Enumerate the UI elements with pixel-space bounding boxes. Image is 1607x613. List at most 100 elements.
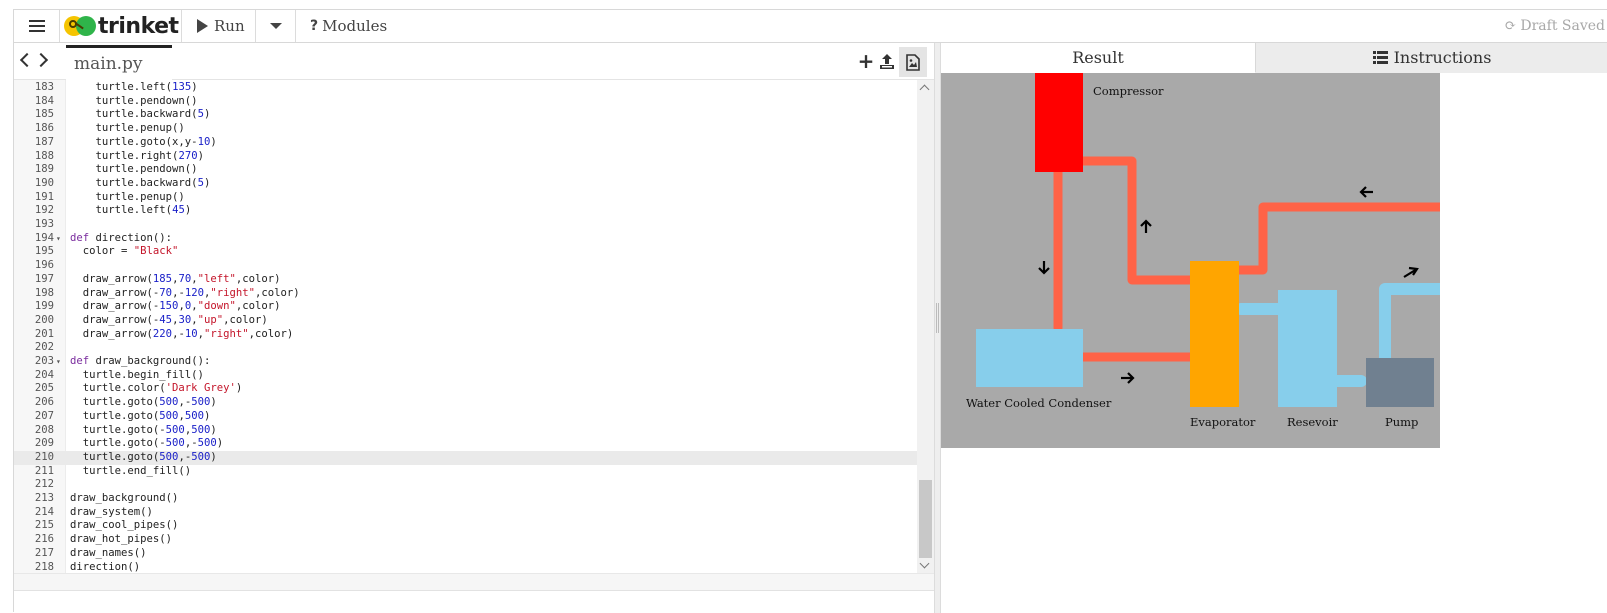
code-line[interactable]: 210 turtle.goto(500,-500) [14,450,917,465]
code-line[interactable]: 211 turtle.end_fill() [14,465,917,479]
trinket-key-logo-icon [64,15,96,37]
line-code: draw_arrow(-45,30,"up",color) [70,313,268,326]
hamburger-menu-button[interactable] [14,10,60,42]
code-line[interactable]: 218 direction() [14,561,917,574]
add-file-icon[interactable]: + [856,49,876,73]
horizontal-scrollbar[interactable] [14,573,934,590]
line-code: def draw_background(): [70,355,211,367]
code-line[interactable]: 208 turtle.goto(-500,500) [14,424,917,438]
arrow-left-icon [1359,186,1373,198]
condenser-block [976,329,1083,387]
line-number: 206 [34,396,54,409]
line-code: turtle.goto(-500,500) [70,423,217,436]
trinket-logo[interactable]: trinket [60,10,182,42]
line-number: 196 [34,259,54,272]
line-number: 186 [34,122,54,135]
code-line[interactable]: 186 turtle.penup() [14,122,917,136]
run-button[interactable]: Run [182,10,256,42]
line-code: turtle.backward(5) [70,176,211,189]
editor-footer [14,590,934,613]
code-line[interactable]: 200 draw_arrow(-45,30,"up",color) [14,314,917,328]
code-line[interactable]: 215 draw_cool_pipes() [14,519,917,533]
code-line[interactable]: 203 ▾ def draw_background(): [14,355,917,369]
code-line[interactable]: 193 [14,218,917,232]
upload-icon[interactable] [877,49,897,73]
image-file-icon[interactable] [899,47,927,77]
line-code: draw_background() [70,492,179,504]
line-code: draw_hot_pipes() [70,533,173,546]
line-number: 218 [34,560,54,573]
hamburger-icon-bar [29,30,45,32]
vertical-scrollbar[interactable] [917,80,934,573]
scroll-down-icon[interactable] [919,558,930,569]
code-line[interactable]: 189 turtle.pendown() [14,163,917,177]
code-line[interactable]: 199 draw_arrow(-150,0,"down",color) [14,300,917,314]
code-line[interactable]: 201 draw_arrow(220,-10,"right",color) [14,328,917,342]
code-line[interactable]: 209 turtle.goto(-500,-500) [14,437,917,451]
modules-label: Modules [322,17,388,35]
code-line[interactable]: 185 turtle.backward(5) [14,108,917,122]
line-number: 210 [34,450,54,463]
play-icon [197,19,208,33]
code-line[interactable]: 192 turtle.left(45) [14,204,917,218]
line-code: turtle.backward(5) [70,108,211,121]
chevron-right-icon[interactable] [33,52,49,68]
arrow-right-diagonal-icon [1403,266,1419,278]
line-number: 192 [34,204,54,217]
line-number: 190 [34,176,54,189]
hamburger-icon-bar [29,25,45,27]
code-line[interactable]: 198 draw_arrow(-70,-120,"right",color) [14,287,917,301]
code-line[interactable]: 194 ▾ def direction(): [14,232,917,246]
code-line[interactable]: 184 turtle.pendown() [14,95,917,109]
scrollbar-thumb[interactable] [919,480,932,558]
code-line[interactable]: 190 turtle.backward(5) [14,177,917,191]
cool-pipe-pump-up [1379,283,1440,365]
trinket-app: trinket Run ? Modules ⟳ Draft Saved main… [13,9,1607,613]
line-number: 202 [34,341,54,354]
fold-arrow-icon[interactable]: ▾ [56,355,61,369]
code-line[interactable]: 213 draw_background() [14,492,917,506]
code-line[interactable]: 191 turtle.penup() [14,191,917,205]
code-line[interactable]: 183 turtle.left(135) [14,81,917,95]
code-line[interactable]: 206 turtle.goto(500,-500) [14,396,917,410]
code-line[interactable]: 207 turtle.goto(500,500) [14,410,917,424]
chevron-left-icon[interactable] [19,52,35,68]
scroll-up-icon[interactable] [919,84,930,95]
code-line[interactable]: 197 draw_arrow(185,70,"left",color) [14,273,917,287]
code-line[interactable]: 212 [14,478,917,492]
code-area[interactable]: 183 turtle.left(135) 184 turtle.pendown()… [14,80,917,573]
code-line[interactable]: 214 draw_system() [14,506,917,520]
line-number: 216 [34,533,54,546]
list-icon [1372,51,1388,64]
tab-result[interactable]: Result [941,43,1256,73]
pane-resize-handle[interactable] [934,43,941,613]
status-text: Draft Saved [1520,18,1605,34]
line-number: 185 [34,108,54,121]
line-code: turtle.penup() [70,122,185,135]
line-code: draw_system() [70,505,153,518]
refresh-icon: ⟳ [1504,18,1517,34]
line-code: draw_arrow(-70,-120,"right",color) [70,286,300,299]
line-code: turtle.color('Dark Grey') [70,382,243,395]
code-line[interactable]: 196 [14,259,917,273]
code-line[interactable]: 217 draw_names() [14,547,917,561]
code-line[interactable]: 216 draw_hot_pipes() [14,533,917,547]
code-line[interactable]: 205 turtle.color('Dark Grey') [14,382,917,396]
line-code: turtle.pendown() [70,94,198,107]
output-tab-bar: Result Instructions [941,43,1607,73]
run-options-dropdown-button[interactable] [256,10,296,42]
line-code: turtle.goto(x,y-10) [70,135,217,148]
turtle-canvas[interactable]: Compressor Water Cooled Condenser Evapor… [941,73,1440,448]
file-tab-main-py[interactable]: main.py [66,45,172,80]
label-compressor: Compressor [1093,84,1164,98]
fold-arrow-icon[interactable]: ▾ [56,232,61,246]
code-line[interactable]: 204 turtle.begin_fill() [14,369,917,383]
code-line[interactable]: 202 [14,341,917,355]
resevoir-block [1278,290,1337,407]
code-line[interactable]: 195 color = "Black" [14,245,917,259]
code-line[interactable]: 188 turtle.right(270) [14,150,917,164]
code-line[interactable]: 187 turtle.goto(x,y-10) [14,136,917,150]
editor-tab-bar: main.py + [14,43,934,80]
tab-instructions[interactable]: Instructions [1256,43,1607,73]
modules-button[interactable]: ? Modules [296,10,396,42]
